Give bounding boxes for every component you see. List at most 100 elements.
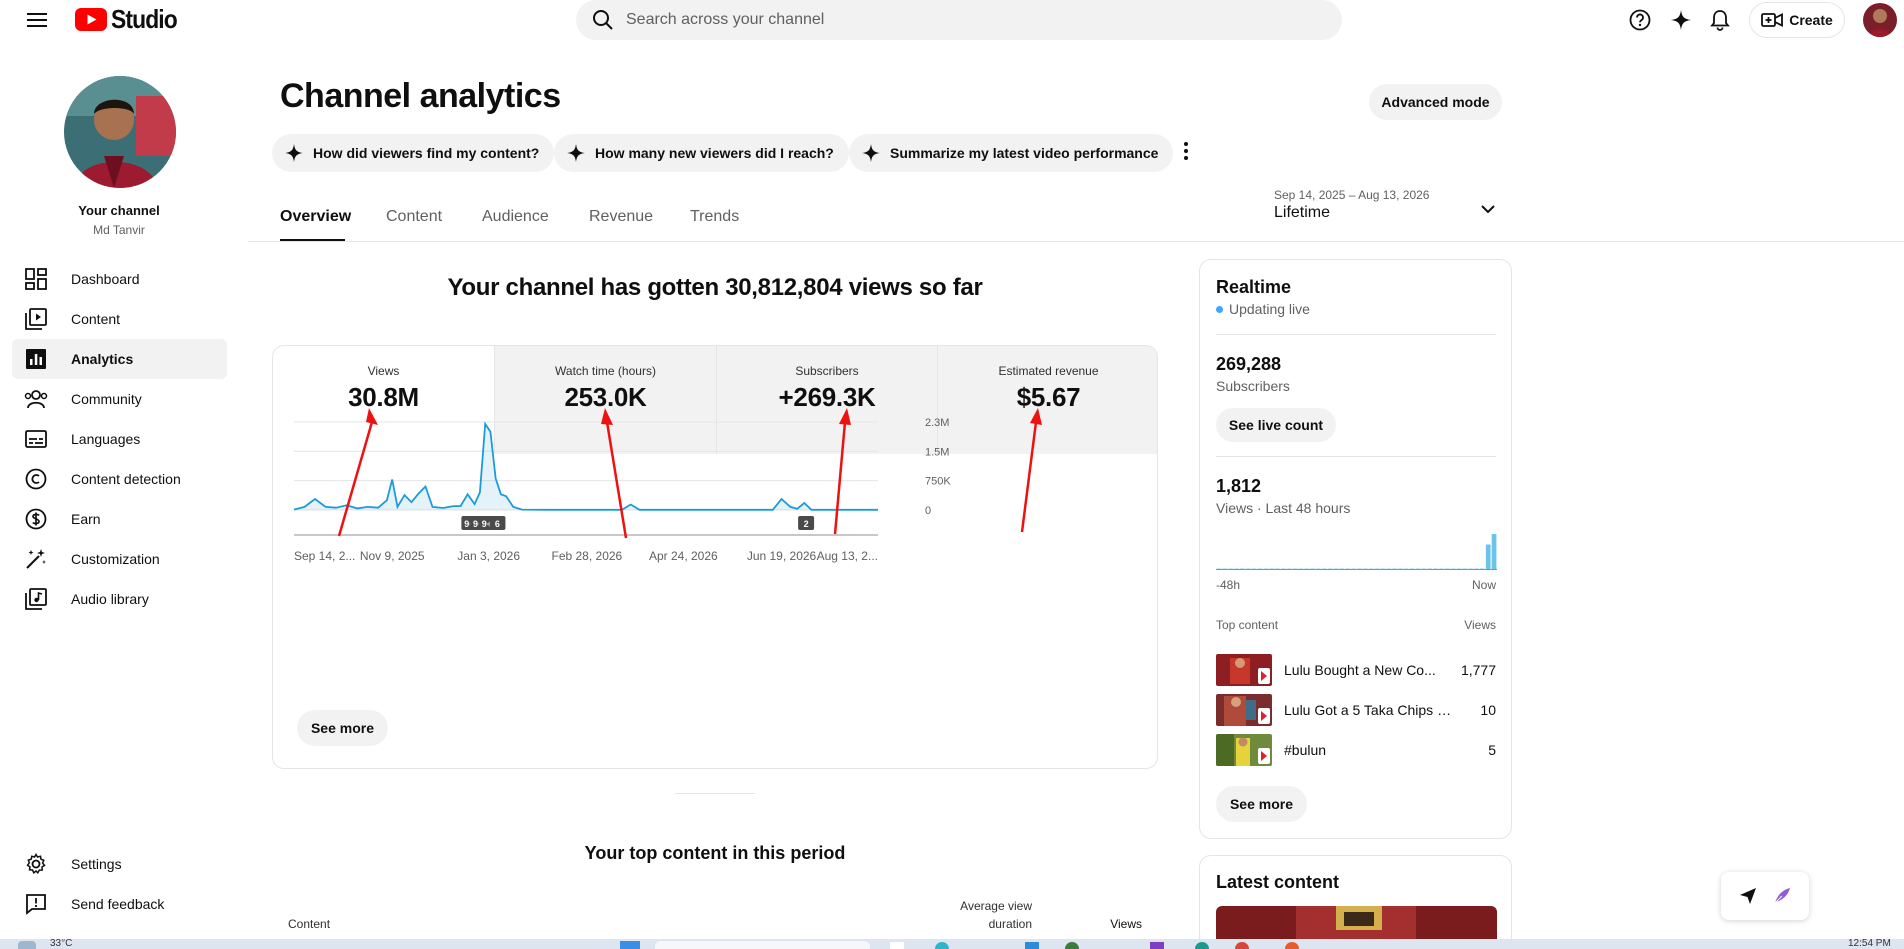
realtime-bar[interactable]	[1427, 568, 1432, 569]
realtime-bar[interactable]	[1333, 568, 1339, 569]
column-header-views[interactable]: Views	[1060, 917, 1142, 931]
tab-overview[interactable]: Overview	[280, 208, 351, 226]
chart-annotation-badge[interactable]: 6	[489, 516, 506, 530]
realtime-bar[interactable]	[1415, 568, 1421, 569]
realtime-bar[interactable]	[1462, 568, 1468, 569]
realtime-bar[interactable]	[1456, 568, 1462, 569]
top-content-row[interactable]: #bulun 5	[1216, 734, 1496, 766]
weather-icon[interactable]	[18, 941, 36, 949]
sidebar-item-customization[interactable]: Customization	[12, 539, 227, 579]
realtime-bar[interactable]	[1450, 568, 1456, 569]
chevron-down-icon[interactable]	[1476, 197, 1500, 221]
realtime-bar[interactable]	[1322, 568, 1327, 569]
account-avatar[interactable]	[1863, 3, 1897, 37]
ask-chip-new-viewers[interactable]: How many new viewers did I reach?	[554, 134, 849, 172]
date-range-text[interactable]: Sep 14, 2025 – Aug 13, 2026	[1274, 188, 1429, 202]
notifications-bell-icon[interactable]	[1708, 8, 1732, 32]
help-icon[interactable]	[1628, 8, 1652, 32]
realtime-bar[interactable]	[1433, 568, 1438, 569]
sidebar-item-dashboard[interactable]: Dashboard	[12, 259, 227, 299]
realtime-bar[interactable]	[1485, 544, 1491, 570]
top-content-row[interactable]: Lulu Got a 5 Taka Chips Fr... 10	[1216, 694, 1496, 726]
sparkle-icon[interactable]	[1669, 8, 1693, 32]
realtime-bar[interactable]	[1398, 568, 1403, 569]
tab-trends[interactable]: Trends	[690, 208, 739, 226]
realtime-bar[interactable]	[1304, 568, 1310, 569]
realtime-bar[interactable]	[1444, 568, 1450, 569]
tab-revenue[interactable]: Revenue	[589, 208, 653, 226]
realtime-bar[interactable]	[1357, 568, 1362, 569]
ask-chip-summarize-latest[interactable]: Summarize my latest video performance	[849, 134, 1174, 172]
realtime-bar[interactable]	[1292, 568, 1298, 569]
column-header-avg-duration-line1[interactable]: Average view	[930, 899, 1032, 913]
tab-audience[interactable]: Audience	[482, 208, 549, 226]
column-header-avg-duration-line2[interactable]: duration	[930, 917, 1032, 931]
sidebar-item-content-detection[interactable]: Content detection	[12, 459, 227, 499]
chrome-icon[interactable]	[1235, 942, 1249, 949]
realtime-bar[interactable]	[1491, 534, 1497, 569]
realtime-bar[interactable]	[1439, 568, 1444, 569]
chart-annotation-badge[interactable]: 2	[798, 516, 815, 530]
hamburger-menu-icon[interactable]	[24, 8, 50, 32]
sidebar-item-analytics[interactable]: Analytics	[12, 339, 227, 379]
ask-chip-viewers-find[interactable]: How did viewers find my content?	[272, 134, 555, 172]
app-icon[interactable]	[935, 942, 949, 949]
realtime-bar[interactable]	[1421, 568, 1427, 569]
tab-content[interactable]: Content	[386, 208, 442, 226]
taskbar-search-box[interactable]	[655, 941, 870, 949]
sidebar-item-content[interactable]: Content	[12, 299, 227, 339]
realtime-bar[interactable]	[1339, 568, 1345, 569]
app-icon[interactable]	[1150, 942, 1164, 949]
date-period-label[interactable]: Lifetime	[1274, 204, 1330, 222]
start-icon[interactable]	[620, 941, 640, 949]
realtime-bar[interactable]	[1368, 568, 1374, 569]
feather-pen-icon[interactable]	[1773, 887, 1791, 905]
sidebar-item-earn[interactable]: Earn	[12, 499, 227, 539]
your-channel-label[interactable]: Your channel	[0, 203, 238, 218]
realtime-bar[interactable]	[1310, 568, 1315, 569]
realtime-see-more-button[interactable]: See more	[1216, 786, 1307, 822]
realtime-bar[interactable]	[1380, 568, 1386, 569]
sidebar-item-audio-library[interactable]: Audio library	[12, 579, 227, 619]
realtime-bar[interactable]	[1222, 568, 1228, 569]
realtime-bar[interactable]	[1374, 568, 1380, 569]
sidebar-settings[interactable]: Settings	[12, 844, 227, 884]
realtime-bar[interactable]	[1409, 568, 1415, 569]
realtime-bar[interactable]	[1275, 568, 1280, 569]
realtime-bar[interactable]	[1240, 568, 1245, 569]
realtime-bar[interactable]	[1345, 568, 1351, 569]
app-icon[interactable]	[1195, 942, 1209, 949]
realtime-bar[interactable]	[1363, 568, 1368, 569]
advanced-mode-button[interactable]: Advanced mode	[1369, 84, 1502, 120]
studio-logo[interactable]: Studio	[75, 4, 186, 34]
realtime-bar[interactable]	[1263, 568, 1269, 569]
sidebar-item-languages[interactable]: Languages	[12, 419, 227, 459]
search-input[interactable]	[626, 11, 1226, 29]
more-vertical-icon[interactable]	[1176, 139, 1196, 163]
app-icon[interactable]	[1285, 942, 1299, 949]
realtime-bar[interactable]	[1257, 568, 1263, 569]
realtime-bar[interactable]	[1251, 568, 1257, 569]
see-live-count-button[interactable]: See live count	[1216, 408, 1336, 442]
realtime-bar[interactable]	[1234, 568, 1239, 569]
realtime-bar[interactable]	[1403, 568, 1409, 569]
search-bar[interactable]	[576, 0, 1342, 40]
app-icon[interactable]	[1025, 942, 1039, 949]
see-more-button[interactable]: See more	[297, 710, 388, 746]
realtime-bar[interactable]	[1245, 568, 1251, 569]
realtime-bar[interactable]	[1327, 568, 1333, 569]
realtime-bar[interactable]	[1480, 568, 1485, 569]
realtime-bar[interactable]	[1474, 568, 1479, 569]
sidebar-send-feedback[interactable]: Send feedback	[12, 884, 227, 924]
channel-avatar[interactable]	[64, 76, 176, 188]
task-view-icon[interactable]	[890, 942, 904, 949]
realtime-bar[interactable]	[1281, 568, 1286, 569]
app-icon[interactable]	[1065, 942, 1079, 949]
realtime-bar[interactable]	[1316, 568, 1321, 569]
realtime-bar[interactable]	[1298, 568, 1304, 569]
top-content-row[interactable]: Lulu Bought a New Co... 1,777	[1216, 654, 1496, 686]
realtime-bar[interactable]	[1351, 568, 1356, 569]
realtime-bar[interactable]	[1228, 568, 1233, 569]
realtime-bar[interactable]	[1392, 568, 1397, 569]
realtime-bar[interactable]	[1468, 568, 1473, 569]
